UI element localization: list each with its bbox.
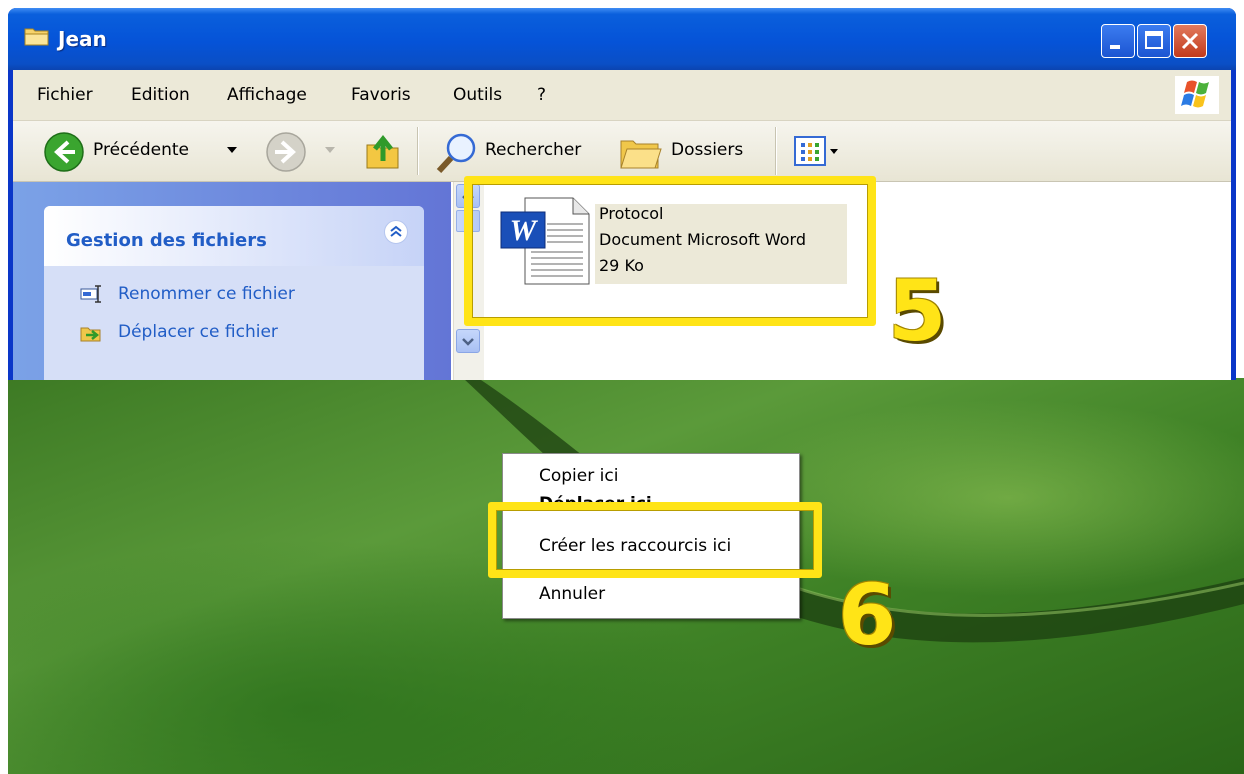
collapse-button[interactable] — [384, 220, 408, 244]
file-tasks-header[interactable]: Gestion des fichiers — [44, 206, 424, 266]
annotation-box-5 — [464, 176, 876, 326]
window-title: Jean — [58, 27, 107, 51]
rename-icon — [80, 285, 101, 303]
back-dropdown-icon[interactable] — [227, 147, 237, 155]
toolbar: Précédente Rechercher Dossiers — [13, 121, 1231, 182]
back-label[interactable]: Précédente — [93, 140, 189, 160]
move-file-icon — [80, 327, 101, 342]
menu-outils[interactable]: Outils — [453, 85, 502, 105]
menu-bar: Fichier Edition Affichage Favoris Outils… — [13, 70, 1231, 121]
back-button[interactable] — [43, 131, 85, 173]
folders-button[interactable] — [619, 133, 665, 173]
windows-flag-icon — [1181, 80, 1209, 108]
chevron-down-icon — [462, 338, 474, 346]
title-bar[interactable]: Jean — [8, 8, 1236, 70]
forward-dropdown-icon[interactable] — [325, 147, 335, 155]
move-file-link[interactable]: Déplacer ce fichier — [118, 322, 278, 342]
search-icon — [436, 133, 476, 174]
forward-arrow-icon — [266, 132, 306, 172]
menu-affichage[interactable]: Affichage — [227, 85, 307, 105]
maximize-button[interactable] — [1137, 24, 1171, 58]
menu-fichier[interactable]: Fichier — [37, 85, 93, 105]
annotation-box-6 — [488, 502, 822, 578]
forward-button[interactable] — [265, 131, 307, 173]
windows-logo — [1175, 76, 1219, 114]
toolbar-separator — [775, 127, 777, 175]
up-folder-button[interactable] — [363, 131, 403, 173]
menu-edition[interactable]: Edition — [131, 85, 190, 105]
menu-favoris[interactable]: Favoris — [351, 85, 411, 105]
menu-item-copy-here[interactable]: Copier ici — [539, 466, 618, 486]
file-tasks-panel: Gestion des fichiers Renommer ce fichier — [44, 206, 424, 380]
chevron-up-icon — [390, 225, 402, 237]
close-button[interactable] — [1173, 24, 1207, 58]
search-label[interactable]: Rechercher — [485, 140, 581, 160]
folders-label[interactable]: Dossiers — [671, 140, 743, 160]
annotation-number-5: 5 — [888, 262, 947, 360]
views-button[interactable] — [793, 135, 843, 169]
up-folder-icon — [366, 134, 399, 169]
search-button[interactable] — [433, 131, 479, 175]
folder-icon — [24, 28, 49, 46]
back-arrow-icon — [44, 132, 84, 172]
menu-help[interactable]: ? — [537, 85, 546, 105]
maximize-icon — [1145, 31, 1163, 49]
rename-file-link[interactable]: Renommer ce fichier — [118, 284, 295, 304]
tasks-pane: Gestion des fichiers Renommer ce fichier — [13, 182, 451, 380]
minimize-icon — [1110, 45, 1120, 49]
annotation-number-6: 6 — [838, 566, 897, 664]
folders-icon — [620, 140, 662, 169]
file-tasks-title: Gestion des fichiers — [66, 230, 267, 251]
close-icon — [1181, 32, 1199, 50]
menu-item-cancel[interactable]: Annuler — [539, 584, 605, 604]
views-icon — [794, 136, 838, 166]
minimize-button[interactable] — [1101, 24, 1135, 58]
scroll-down-button[interactable] — [456, 329, 480, 353]
toolbar-separator — [417, 127, 419, 175]
